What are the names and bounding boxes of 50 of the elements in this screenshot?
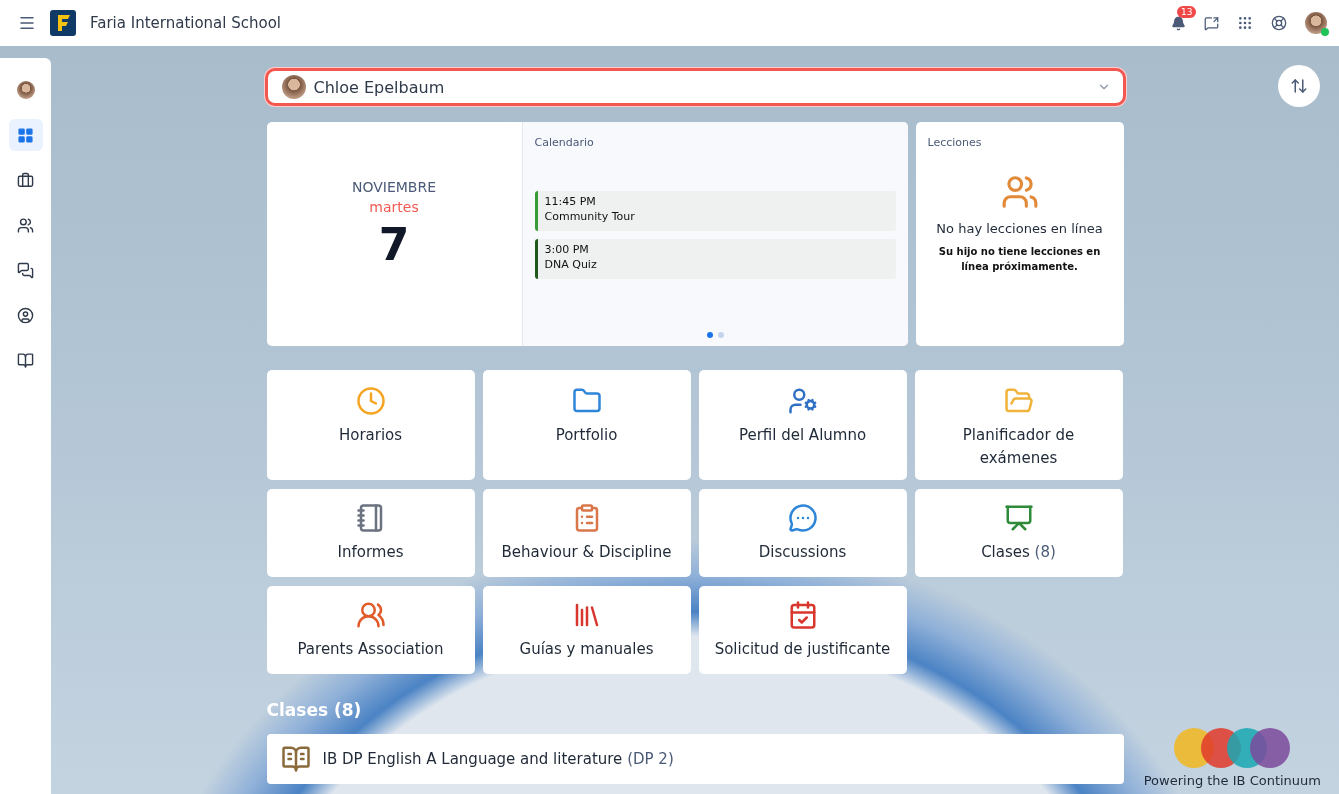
empty-title: No hay lecciones en línea (936, 221, 1103, 236)
school-logo[interactable] (50, 10, 76, 36)
online-status-icon (1321, 28, 1329, 36)
month-label: NOVIEMBRE (351, 178, 437, 195)
school-name: Faria International School (90, 14, 282, 32)
briefcase-icon (17, 171, 34, 189)
open-book-icon (280, 744, 311, 774)
module-tile[interactable]: Horarios (266, 370, 475, 480)
lessons-title: Lecciones (927, 136, 982, 149)
sort-button[interactable] (1278, 65, 1320, 107)
section-title: Clases (8) (266, 700, 363, 720)
sort-icon (1290, 77, 1308, 95)
page-dot[interactable] (717, 332, 724, 338)
clock-icon (355, 386, 386, 416)
person-circle-icon (17, 306, 34, 324)
calendar-event[interactable]: 11:45 PM Community Tour (534, 191, 896, 231)
day-number: 7 (378, 218, 410, 270)
student-avatar (281, 75, 306, 99)
grid-icon (17, 126, 34, 144)
module-tile[interactable]: Discussions (698, 489, 907, 577)
help-icon[interactable] (1271, 15, 1287, 31)
module-tile[interactable]: Portfolio (482, 370, 691, 480)
module-tile[interactable]: Perfil del Alumno (698, 370, 907, 480)
module-tile[interactable]: Parents Association (266, 586, 475, 674)
module-tile[interactable]: Clases (8) (914, 489, 1123, 577)
logo-tagline: Powering the IB Continuum (1143, 773, 1321, 788)
class-row[interactable]: IB DP English A Language and literature (DP 2) (266, 734, 1124, 784)
message-icon[interactable] (1204, 15, 1219, 31)
student-select[interactable]: Chloe Epelbaum (264, 68, 1126, 106)
calendar-check-icon (787, 599, 818, 630)
notifications-icon[interactable] (1171, 15, 1186, 31)
module-tile[interactable]: Behaviour & Discipline (482, 489, 691, 577)
notification-count: 13 (1177, 5, 1197, 18)
chat-bubbles-icon (17, 261, 34, 279)
people-icon (17, 216, 34, 234)
menu-icon[interactable] (18, 14, 36, 32)
open-book-icon (17, 351, 34, 369)
module-tile[interactable]: Informes (266, 489, 475, 577)
module-tile[interactable]: Solicitud de justificante (698, 586, 907, 674)
empty-text: Su hijo no tiene lecciones en línea próximamente. (937, 245, 1102, 274)
person-gear-icon (787, 386, 818, 416)
module-tile[interactable]: Planificador de exámenes (914, 370, 1123, 480)
weekday-label: martes (369, 198, 419, 215)
module-tile[interactable]: Guías y manuales (482, 586, 691, 674)
calendar-event[interactable]: 3:00 PM DNA Quiz (534, 239, 896, 279)
chat-bubbles-icon (787, 502, 818, 533)
calendar-title: Calendario (534, 136, 595, 149)
apps-grid-icon[interactable] (1237, 15, 1253, 31)
user-avatar[interactable] (1305, 12, 1327, 34)
page-dot[interactable] (706, 332, 713, 338)
